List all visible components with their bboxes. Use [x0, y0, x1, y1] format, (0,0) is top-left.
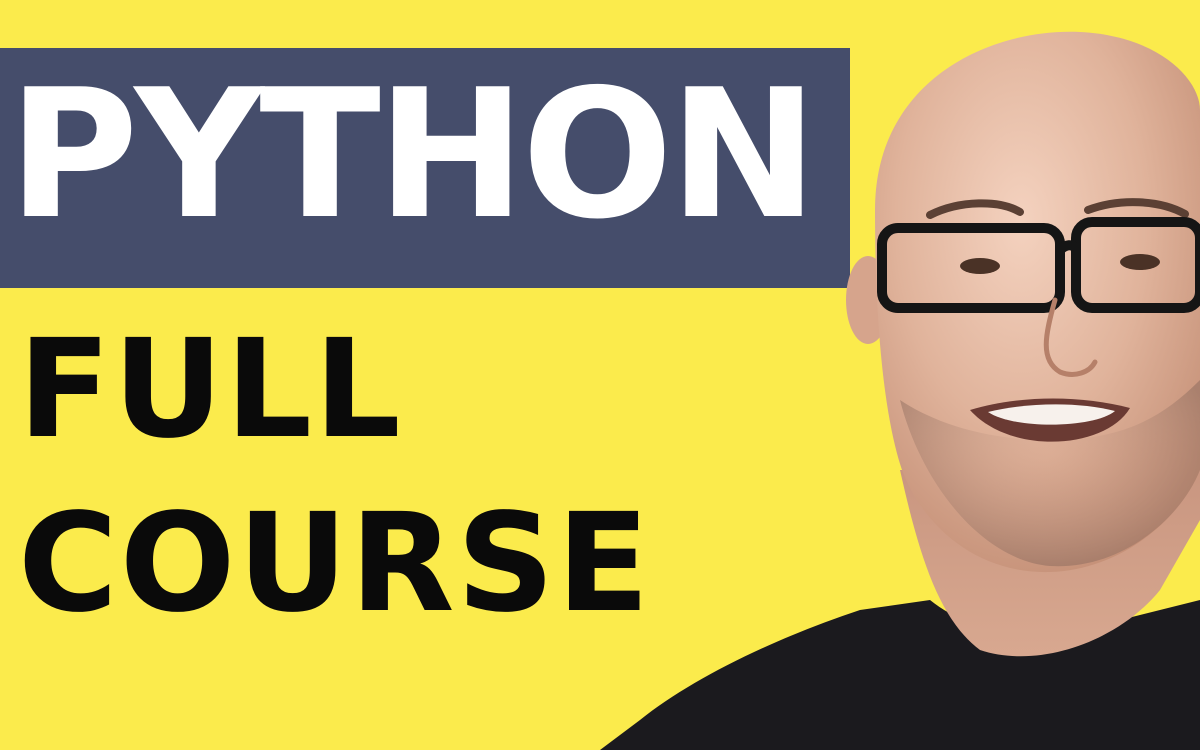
eye-right: [1120, 254, 1160, 270]
subtitle-line-1: FULL: [18, 311, 403, 469]
subtitle-line-2: COURSE: [18, 485, 652, 643]
instructor-portrait: [600, 31, 1200, 750]
eye-left: [960, 258, 1000, 274]
course-thumbnail: PYTHON FULL COURSE: [0, 0, 1200, 750]
